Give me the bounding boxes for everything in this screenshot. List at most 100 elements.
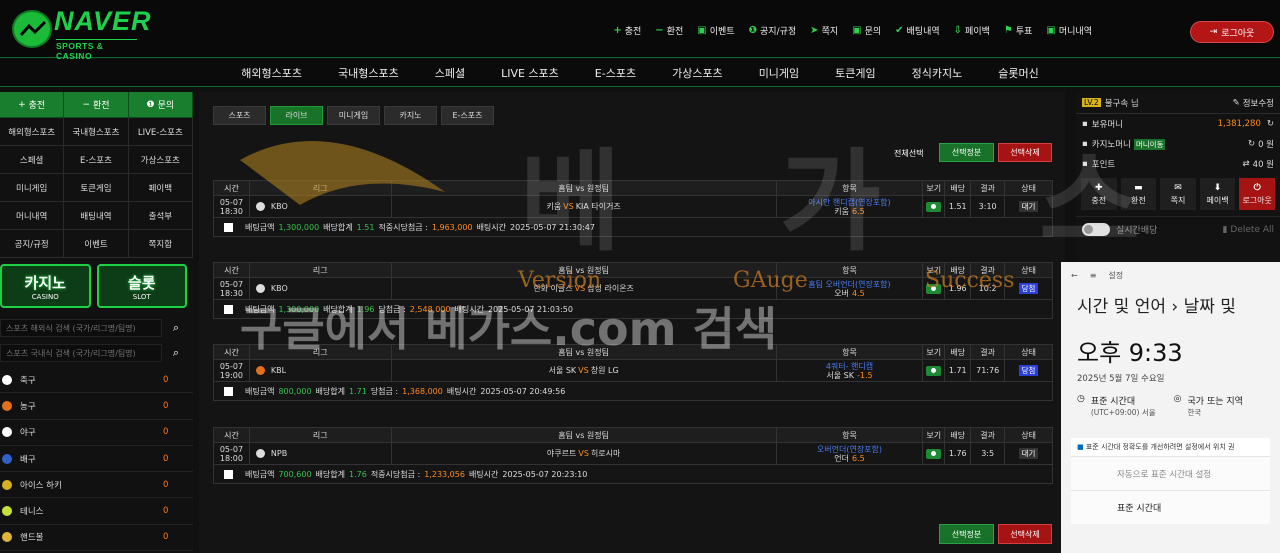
sport-item[interactable]: 배구 0 bbox=[0, 446, 193, 473]
menu-icon[interactable]: ≡ bbox=[1090, 271, 1097, 280]
user-action-button[interactable]: ✉ 쪽지 bbox=[1160, 178, 1196, 210]
site-logo[interactable]: NAVER SPORTS & CASINO bbox=[12, 6, 151, 61]
inquiry-button[interactable]: ❶ 문의 bbox=[128, 92, 193, 118]
timezone-setting[interactable]: 표준 시간대 bbox=[1071, 490, 1270, 524]
nav-item[interactable]: 슬롯머신 bbox=[980, 59, 1056, 86]
bet-time: 05-07 19:00 bbox=[214, 360, 250, 381]
money-move-button[interactable]: 머니이동 bbox=[1133, 138, 1166, 150]
refresh-icon[interactable]: ↻ bbox=[1248, 139, 1255, 149]
realtime-toggle[interactable] bbox=[1082, 223, 1110, 236]
top-menu-item[interactable]: ▣ 머니내역 bbox=[1046, 24, 1092, 37]
eye-icon[interactable] bbox=[926, 448, 942, 459]
logout-button[interactable]: ⇥ 로그아웃 bbox=[1190, 21, 1274, 43]
win-label: 당첨금 : bbox=[370, 386, 399, 396]
sidebar-menu-item[interactable]: 공지/규정 bbox=[0, 230, 65, 258]
select-checkbox[interactable] bbox=[224, 386, 233, 396]
withdraw-button[interactable]: − 환전 bbox=[64, 92, 129, 118]
nav-item[interactable]: 정식카지노 bbox=[894, 59, 981, 86]
top-menu-item[interactable]: ✔ 배팅내역 bbox=[895, 24, 940, 37]
sidebar-menu-item[interactable]: 가상스포츠 bbox=[128, 146, 193, 174]
eye-icon[interactable] bbox=[926, 365, 942, 376]
select-bet-button[interactable]: 선택정분 bbox=[939, 143, 994, 162]
wallet-icon: ▪ bbox=[1082, 119, 1088, 129]
sidebar-menu-item[interactable]: 국내형스포츠 bbox=[64, 118, 129, 146]
nav-item[interactable]: 해외형스포츠 bbox=[223, 59, 320, 86]
sport-count: 0 bbox=[163, 453, 169, 464]
bet-date: 05-07 bbox=[219, 279, 244, 289]
sidebar-menu-item[interactable]: 이벤트 bbox=[64, 230, 129, 258]
user-action-label: 쪽지 bbox=[1170, 195, 1186, 205]
delete-all-button[interactable]: Delete All bbox=[1230, 225, 1274, 235]
overseas-search-input[interactable] bbox=[0, 319, 162, 337]
sport-item[interactable]: 테니스 0 bbox=[0, 498, 193, 525]
select-bet-button-bottom[interactable]: 선택정분 bbox=[939, 524, 994, 544]
refresh-icon[interactable]: ↻ bbox=[1267, 119, 1274, 129]
top-menu-item[interactable]: ⚑ 투표 bbox=[1004, 24, 1033, 37]
sport-item[interactable]: 축구 0 bbox=[0, 367, 193, 394]
slot-banner[interactable]: 슬롯 SLOT bbox=[96, 264, 187, 308]
sidebar-menu-item[interactable]: 쪽지함 bbox=[128, 230, 193, 258]
top-menu-item[interactable]: ▣ 문의 bbox=[852, 24, 881, 37]
user-action-button[interactable]: ⏻ 로그아웃 bbox=[1239, 178, 1275, 210]
top-menu-item[interactable]: ▣ 이벤트 bbox=[697, 24, 734, 37]
select-checkbox[interactable] bbox=[224, 304, 233, 314]
select-checkbox[interactable] bbox=[224, 469, 233, 479]
nav-item[interactable]: LIVE 스포츠 bbox=[483, 59, 577, 86]
sidebar-menu-item[interactable]: 토큰게임 bbox=[64, 174, 129, 202]
sidebar-menu-item[interactable]: 스페셜 bbox=[0, 146, 65, 174]
region-label: 국가 또는 지역 bbox=[1187, 397, 1243, 407]
search-icon[interactable]: ⌕ bbox=[162, 346, 190, 360]
top-menu-item[interactable]: − 환전 bbox=[655, 24, 683, 37]
deposit-button[interactable]: + 충전 bbox=[0, 92, 65, 118]
nav-item[interactable]: 토큰게임 bbox=[817, 59, 893, 86]
status-badge: 당첨 bbox=[1018, 283, 1039, 294]
exchange-icon[interactable]: ⇄ bbox=[1243, 159, 1250, 169]
sidebar-menu-item[interactable]: 배팅내역 bbox=[64, 202, 129, 230]
tab-0[interactable]: 스포츠 bbox=[213, 106, 266, 125]
sidebar-menu-item[interactable]: 머니내역 bbox=[0, 202, 65, 230]
edit-profile-link[interactable]: 정보수정 bbox=[1243, 97, 1274, 109]
top-menu-item[interactable]: + 충전 bbox=[613, 24, 641, 37]
top-menu-item[interactable]: ➤ 쪽지 bbox=[810, 24, 838, 37]
eye-icon[interactable] bbox=[926, 283, 942, 294]
domestic-search-input[interactable] bbox=[0, 344, 162, 362]
select-checkbox[interactable] bbox=[224, 222, 233, 232]
user-action-button[interactable]: ▬ 환전 bbox=[1120, 178, 1157, 210]
user-action-button[interactable]: ⬇ 페이백 bbox=[1199, 178, 1236, 210]
bet-time: 05-07 18:30 bbox=[214, 196, 250, 217]
casino-banner[interactable]: 카지노 CASINO bbox=[0, 264, 91, 308]
sidebar-menu-item[interactable]: 출석부 bbox=[128, 202, 193, 230]
back-arrow-icon[interactable]: ← bbox=[1071, 271, 1078, 280]
sidebar-menu-item[interactable]: E-스포츠 bbox=[64, 146, 129, 174]
tab-2[interactable]: 미니게임 bbox=[327, 106, 380, 125]
sport-item[interactable]: 야구 0 bbox=[0, 420, 193, 446]
sport-item[interactable]: 농구 0 bbox=[0, 393, 193, 420]
sidebar-menu-item[interactable]: LIVE-스포츠 bbox=[128, 118, 193, 146]
top-menu-item[interactable]: ⇩ 페이백 bbox=[954, 24, 990, 37]
nav-item[interactable]: 미니게임 bbox=[741, 59, 817, 86]
search-icon[interactable]: ⌕ bbox=[162, 321, 190, 335]
sport-item[interactable]: 아이스 하키 0 bbox=[0, 472, 193, 499]
select-delete-button[interactable]: 선택삭제 bbox=[998, 143, 1052, 162]
nav-item[interactable]: 스페셜 bbox=[417, 59, 483, 86]
sport-name: 배구 bbox=[20, 454, 36, 465]
top-menu-label: 문의 bbox=[864, 27, 882, 37]
sport-item[interactable]: 핸드볼 0 bbox=[0, 525, 193, 552]
nav-item[interactable]: E-스포츠 bbox=[577, 59, 654, 86]
sidebar-menu-item[interactable]: 페이백 bbox=[128, 174, 193, 202]
select-all-label[interactable]: 전체선택 bbox=[894, 148, 923, 159]
tab-4[interactable]: E-스포츠 bbox=[441, 106, 494, 125]
eye-icon[interactable] bbox=[926, 201, 942, 212]
tab-3[interactable]: 카지노 bbox=[384, 106, 437, 125]
nav-item[interactable]: 가상스포츠 bbox=[654, 59, 741, 86]
nav-item[interactable]: 국내형스포츠 bbox=[320, 59, 417, 86]
pick-market: 오버언더(연장포함) bbox=[816, 444, 883, 454]
sidebar-menu-item[interactable]: 미니게임 bbox=[0, 174, 65, 202]
top-menu-item[interactable]: ❶ 공지/규정 bbox=[749, 24, 797, 37]
bet-teams: 한화 이글스 VS 삼성 라이온즈 bbox=[392, 278, 777, 299]
auto-timezone-setting[interactable]: 자동으로 표준 시간대 설정 bbox=[1071, 456, 1270, 490]
user-action-button[interactable]: ✚ 충전 bbox=[1081, 178, 1117, 210]
tab-1[interactable]: 라이브 bbox=[270, 106, 323, 125]
select-delete-button-bottom[interactable]: 선택삭제 bbox=[998, 524, 1052, 544]
sidebar-menu-item[interactable]: 해외형스포츠 bbox=[0, 118, 65, 146]
